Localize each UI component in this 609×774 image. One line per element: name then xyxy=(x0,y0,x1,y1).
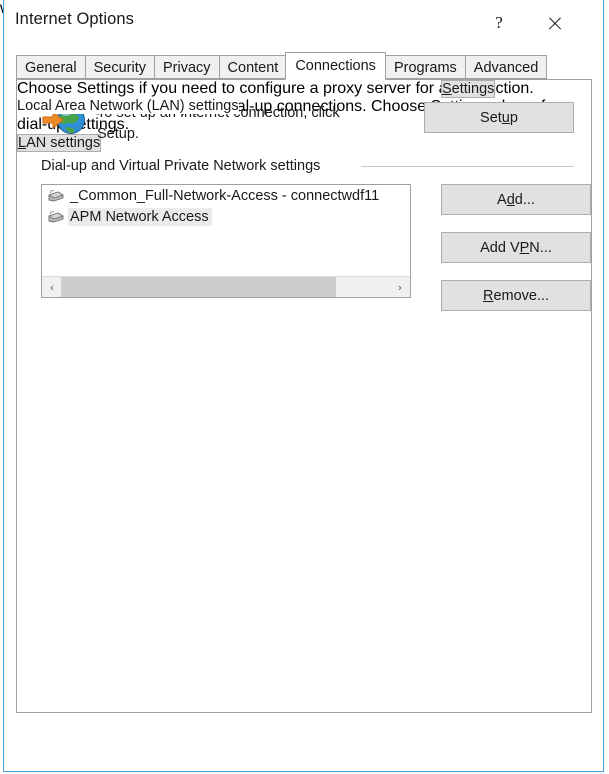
add-vpn-button-label: Add V xyxy=(480,239,520,256)
setup-button-accel: u xyxy=(501,109,510,126)
tab-general[interactable]: General xyxy=(16,55,85,79)
setup-button-label: Set xyxy=(480,109,502,126)
lan-group-label: Local Area Network (LAN) settings xyxy=(17,98,239,114)
remove-button-label-suffix: emove... xyxy=(493,287,550,304)
add-vpn-button-label-suffix: N... xyxy=(529,239,552,256)
scroll-left-arrow-icon[interactable]: ‹ xyxy=(43,277,61,297)
close-icon[interactable] xyxy=(531,0,577,46)
setup-button-label-suffix: p xyxy=(509,109,518,126)
tab-privacy[interactable]: Privacy xyxy=(153,55,219,79)
close-glyph xyxy=(547,16,562,31)
scroll-right-arrow-icon[interactable]: › xyxy=(391,277,409,297)
tab-content[interactable]: Content xyxy=(218,55,287,79)
connections-tab-panel: To set up an Internet connection, click … xyxy=(16,79,592,713)
lan-settings-button-accel: L xyxy=(18,135,27,151)
list-item-label: APM Network Access xyxy=(68,207,212,226)
settings-button-label-suffix: ettings xyxy=(451,81,495,97)
tab-programs[interactable]: Programs xyxy=(384,55,465,79)
connections-listbox[interactable]: _Common_Full-Network-Access - connectwdf… xyxy=(41,184,411,298)
add-vpn-button[interactable]: Add VPN... xyxy=(441,232,591,263)
add-button-accel: d xyxy=(506,191,515,208)
settings-button-accel: S xyxy=(442,81,452,97)
remove-button[interactable]: Remove... xyxy=(441,280,591,311)
add-button-label: A xyxy=(497,191,507,208)
list-item[interactable]: _Common_Full-Network-Access - connectwdf… xyxy=(42,185,410,206)
dialup-group-separator xyxy=(361,166,574,167)
dialup-group-label: Dial-up and Virtual Private Network sett… xyxy=(41,158,329,174)
tab-connections[interactable]: Connections xyxy=(285,52,386,80)
internet-options-dialog: Internet Options ? General Security Priv… xyxy=(3,0,604,772)
help-icon[interactable]: ? xyxy=(476,0,522,46)
window-title: Internet Options xyxy=(15,10,135,28)
help-glyph: ? xyxy=(495,13,503,32)
add-button-label-suffix: d... xyxy=(514,191,535,208)
proxy-note: Choose Settings if you need to configure… xyxy=(17,80,534,97)
tab-strip: General Security Privacy Content Connect… xyxy=(16,52,548,80)
remove-button-accel: R xyxy=(482,287,494,304)
title-bar: Internet Options ? xyxy=(4,0,603,46)
horizontal-scrollbar[interactable]: ‹ › xyxy=(42,276,410,297)
add-vpn-button-accel: P xyxy=(519,239,530,256)
tab-security[interactable]: Security xyxy=(84,55,154,79)
tab-advanced[interactable]: Advanced xyxy=(464,55,548,79)
scrollbar-thumb[interactable] xyxy=(61,277,336,297)
list-item-label: _Common_Full-Network-Access - connectwdf… xyxy=(70,187,380,204)
list-item[interactable]: APM Network Access xyxy=(42,206,410,227)
modem-icon xyxy=(48,189,64,201)
setup-button[interactable]: Setup xyxy=(424,102,574,133)
modem-icon xyxy=(48,210,64,222)
settings-button[interactable]: Settings xyxy=(441,80,496,98)
add-button[interactable]: Add... xyxy=(441,184,591,215)
